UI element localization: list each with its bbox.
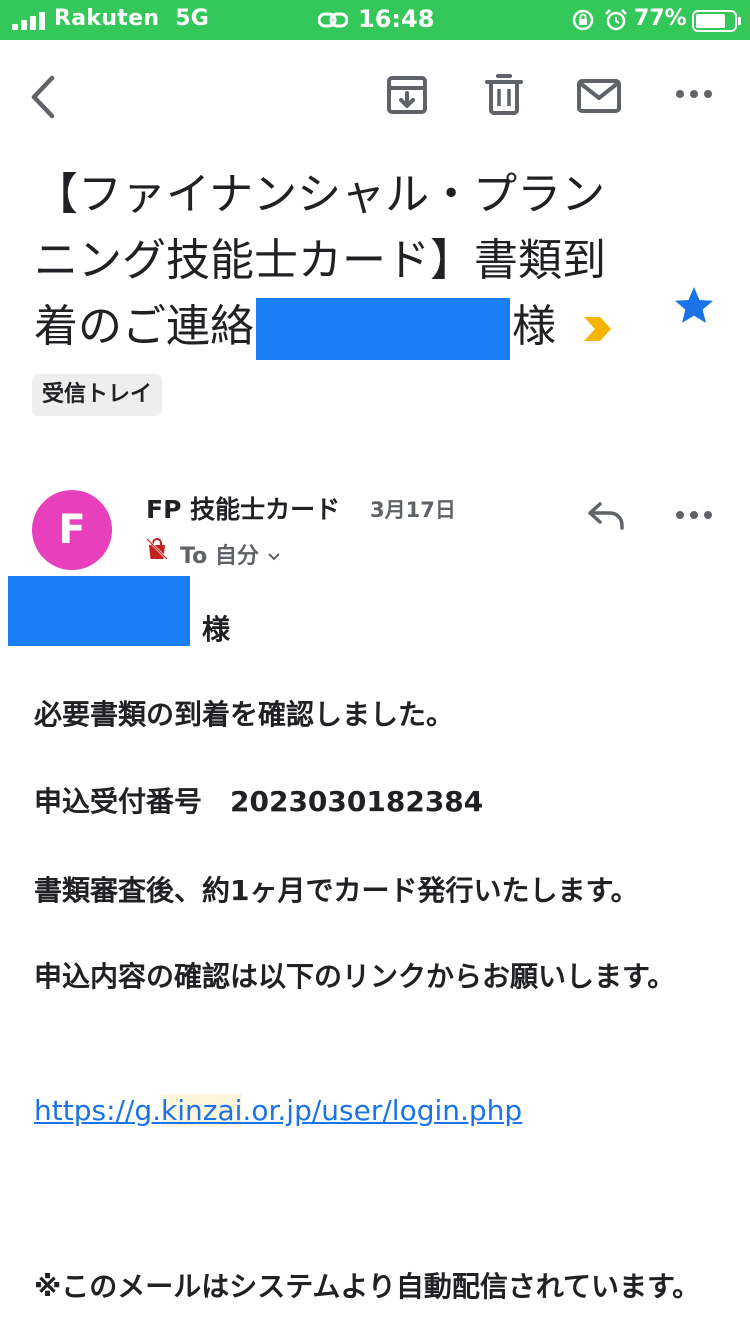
status-time: 16:48 xyxy=(358,5,435,33)
body-line-2: 申込受付番号 2023030182384 xyxy=(34,785,484,818)
body-line-4: 申込内容の確認は以下のリンクからお願いします。 xyxy=(34,960,676,993)
greeting-suffix: 様 xyxy=(202,613,231,646)
body-line-1: 必要書類の到着を確認しました。 xyxy=(34,698,455,731)
battery-percent: 77% xyxy=(634,6,687,31)
rotation-lock-icon xyxy=(572,9,594,31)
more-icon[interactable] xyxy=(672,86,716,102)
sender-avatar[interactable]: F xyxy=(32,490,112,570)
carrier-name: Rakuten 5G xyxy=(54,6,210,31)
recipient-line[interactable]: To 自分 xyxy=(180,538,281,570)
star-icon[interactable] xyxy=(672,284,716,328)
status-bar: Rakuten 5G 16:48 77% xyxy=(0,0,750,40)
signal-icon xyxy=(12,12,45,30)
importance-marker-icon[interactable] xyxy=(580,312,614,346)
email-date: 3月17日 xyxy=(370,498,456,522)
privacy-bag-icon xyxy=(146,538,168,560)
mail-icon[interactable] xyxy=(576,78,622,114)
redacted-recipient xyxy=(8,576,190,646)
sender-name[interactable]: FP 技能士カード xyxy=(146,490,340,526)
reply-icon[interactable] xyxy=(586,500,628,530)
login-link[interactable]: https://g.kinzai.or.jp/user/login.php xyxy=(34,1086,522,1136)
redacted-name xyxy=(256,298,510,360)
message-more-icon[interactable] xyxy=(672,507,716,523)
email-subject: 【ファイナンシャル・プランニング技能士カード】書類到着のご連絡様 xyxy=(34,162,644,360)
back-icon[interactable] xyxy=(28,74,60,120)
body-line-3: 書類審査後、約1ヶ月でカード発行いたします。 xyxy=(34,874,639,907)
battery-icon xyxy=(692,10,741,32)
body-line-6: ※このメールはシステムより自動配信されています。 xyxy=(34,1270,701,1303)
inbox-label-chip[interactable]: 受信トレイ xyxy=(32,374,163,416)
alarm-icon xyxy=(605,9,627,31)
trash-icon[interactable] xyxy=(484,72,524,116)
archive-icon[interactable] xyxy=(386,74,428,116)
chevron-down-icon[interactable] xyxy=(267,552,281,562)
link-icon xyxy=(318,12,348,28)
